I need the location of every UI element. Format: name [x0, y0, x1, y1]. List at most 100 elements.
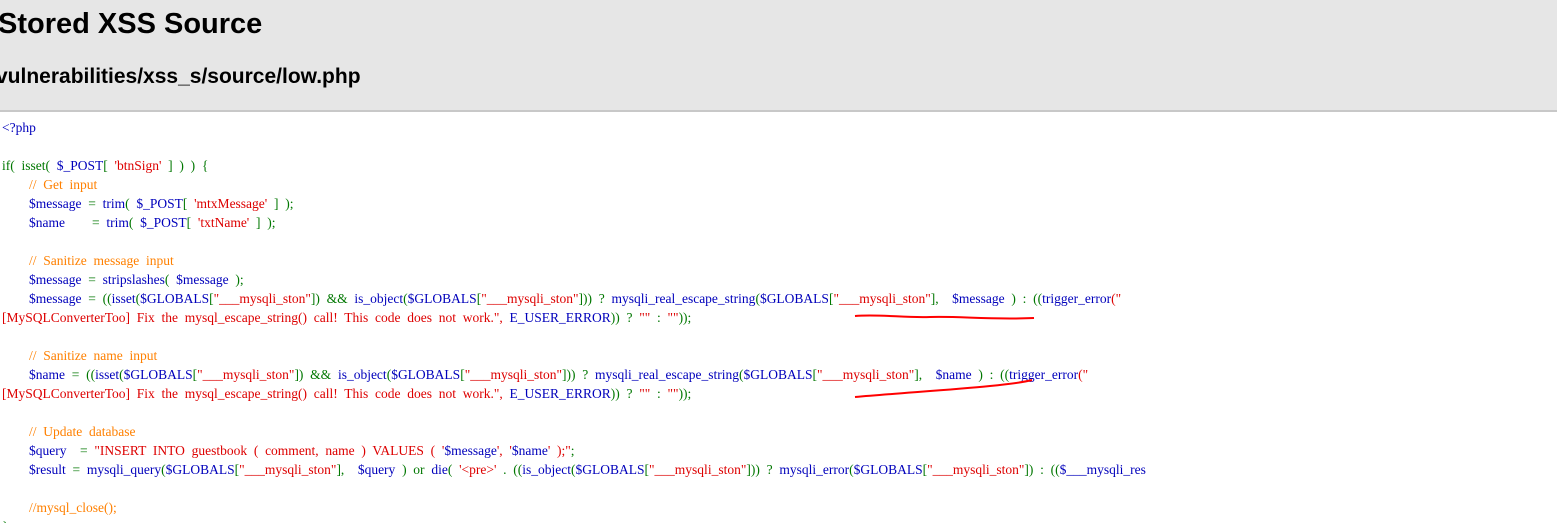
source-file-path: vulnerabilities/xss_s/source/low.php — [0, 65, 361, 88]
code-token: 'txtName' — [197, 215, 250, 230]
code-token: $message — [29, 291, 89, 306]
code-token: $name — [29, 215, 92, 230]
code-token: "___mysqli_ston" — [927, 462, 1025, 477]
code-line: if( isset( $_POST[ 'btnSign' ] ) ) { — [2, 156, 208, 175]
code-token: = — [72, 462, 87, 477]
code-token: ])) ? — [578, 291, 612, 306]
code-token: [MySQLConverterToo] Fix the mysql_escape… — [2, 386, 503, 401]
code-token: ] ); — [249, 215, 276, 230]
code-token: $message — [952, 291, 1012, 306]
code-line: $name = trim( $_POST[ 'txtName' ] ); — [2, 213, 276, 232]
code-token: ', ' — [496, 443, 512, 458]
code-token: = — [88, 272, 103, 287]
code-line: // Sanitize name input — [2, 346, 157, 365]
code-token: [ — [182, 196, 195, 211]
code-token: ]) && — [310, 291, 355, 306]
code-token: // Update database — [29, 424, 136, 439]
code-token: "___mysqli_ston" — [816, 367, 915, 382]
code-token: : — [650, 386, 668, 401]
code-token: stripslashes — [102, 272, 165, 287]
code-line: $message = trim( $_POST[ 'mtxMessage' ] … — [2, 194, 293, 213]
code-line: <?php — [2, 118, 36, 137]
code-token: trigger_error — [1042, 291, 1112, 306]
code-token: = (( — [88, 291, 112, 306]
code-token: "___mysqli_ston" — [649, 462, 747, 477]
code-token: $GLOBALS — [165, 462, 235, 477]
code-token: $GLOBALS — [140, 291, 210, 306]
code-token: . (( — [496, 462, 523, 477]
code-token: = — [92, 215, 107, 230]
code-token: ], — [914, 367, 936, 382]
code-token: $query — [357, 462, 403, 477]
page-title: Stored XSS Source — [0, 8, 263, 40]
code-token: [ — [103, 158, 115, 173]
code-token: )); — [678, 386, 692, 401]
code-token: [ — [186, 215, 198, 230]
code-token: $name — [935, 367, 979, 382]
code-token: ], — [930, 291, 953, 306]
code-token: $GLOBALS — [759, 291, 829, 306]
code-token: ]) : (( — [1024, 462, 1060, 477]
code-token: 'mtxMessage' — [194, 196, 268, 211]
code-line: // Update database — [2, 422, 135, 441]
code-token: die — [431, 462, 448, 477]
code-token: is_object — [337, 367, 387, 382]
code-token: trim — [102, 196, 126, 211]
code-token: E_USER_ERROR — [509, 386, 611, 401]
code-token: ] ) ) { — [161, 158, 209, 173]
code-token: $result — [29, 462, 73, 477]
code-line: [MySQLConverterToo] Fix the mysql_escape… — [2, 308, 691, 327]
code-token: is_object — [354, 291, 404, 306]
code-token: "___mysqli_ston" — [197, 367, 295, 382]
code-token: ) or — [402, 462, 432, 477]
code-token: ' );" — [547, 443, 571, 458]
code-token: <?php — [2, 120, 36, 135]
code-line: $name = ((isset($GLOBALS["___mysqli_ston… — [2, 365, 1088, 384]
code-token: ])) ? — [746, 462, 780, 477]
code-token: "___mysqli_ston" — [464, 367, 562, 382]
code-token: isset — [95, 367, 120, 382]
code-token: (" — [1078, 367, 1089, 382]
code-token: "INSERT INTO guestbook ( comment, name )… — [94, 443, 445, 458]
code-token: ( — [128, 215, 141, 230]
code-token: //mysql_close(); — [29, 500, 117, 515]
code-token: ]) && — [294, 367, 338, 382]
code-token: )) ? — [610, 386, 640, 401]
code-token: "" — [639, 386, 651, 401]
code-token: : — [650, 310, 668, 325]
code-token: isset — [111, 291, 136, 306]
code-token: $name — [511, 443, 548, 458]
code-token: mysqli_error — [779, 462, 850, 477]
code-token: $GLOBALS — [407, 291, 477, 306]
code-token: "" — [639, 310, 651, 325]
code-line: $message = ((isset($GLOBALS["___mysqli_s… — [2, 289, 1121, 308]
code-line: // Get input — [2, 175, 97, 194]
code-token: "___mysqli_ston" — [833, 291, 931, 306]
code-line: // Sanitize message input — [2, 251, 174, 270]
code-token: )); — [678, 310, 692, 325]
code-token: $message — [176, 272, 236, 287]
code-token: "" — [667, 310, 679, 325]
code-token: } — [2, 519, 8, 523]
code-line: //mysql_close(); — [2, 498, 117, 517]
code-token: $_POST — [56, 158, 104, 173]
code-token: mysqli_query — [86, 462, 162, 477]
code-token: ; — [570, 443, 575, 458]
code-token: "___mysqli_ston" — [239, 462, 337, 477]
code-token: ( — [125, 196, 137, 211]
code-token: $_POST — [136, 196, 183, 211]
code-token: "___mysqli_ston" — [481, 291, 579, 306]
code-token: $_POST — [140, 215, 187, 230]
code-token: $GLOBALS — [123, 367, 193, 382]
code-line: $query = "INSERT INTO guestbook ( commen… — [2, 441, 575, 460]
code-token: ( — [164, 272, 177, 287]
code-token: // Get input — [29, 177, 98, 192]
